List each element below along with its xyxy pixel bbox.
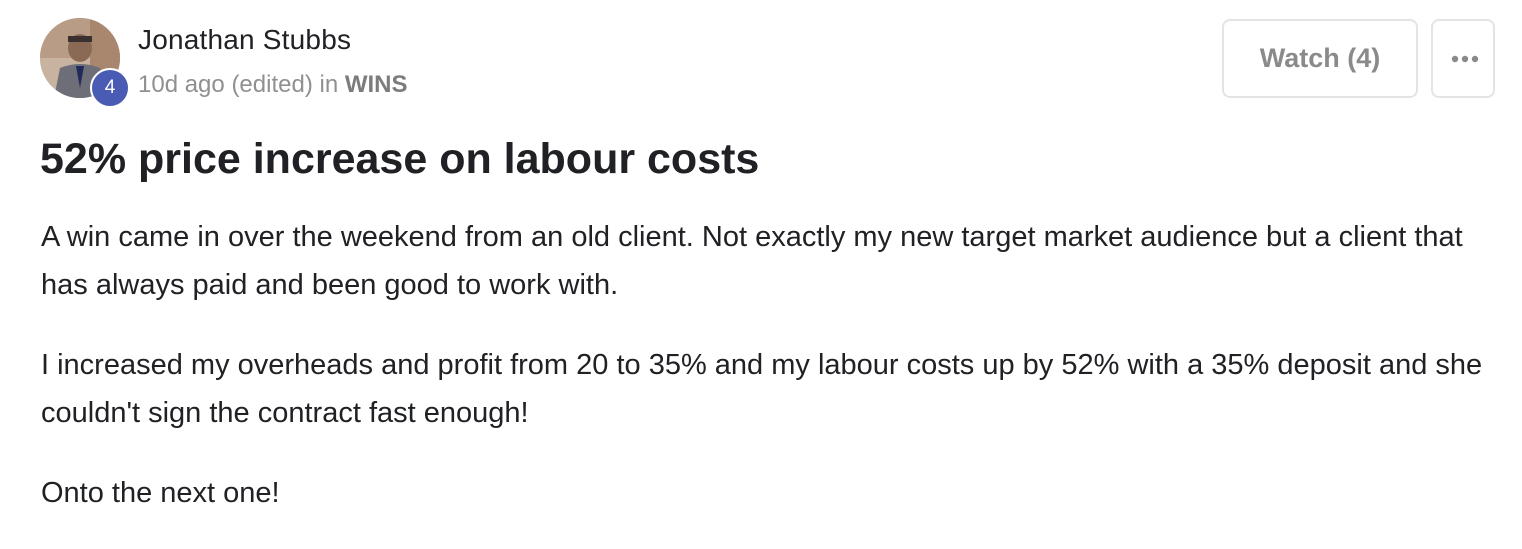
category-link[interactable]: WINS — [345, 71, 408, 98]
post-meta: 10d ago (edited) in WINS — [138, 71, 408, 99]
level-badge: 4 — [90, 68, 130, 108]
ellipsis-icon — [1451, 55, 1479, 63]
watch-button[interactable]: Watch (4) — [1222, 19, 1418, 98]
post-body: A win came in over the weekend from an o… — [41, 213, 1501, 549]
post-paragraph: I increased my overheads and profit from… — [41, 349, 1483, 429]
post-paragraph: A win came in over the weekend from an o… — [41, 221, 1463, 301]
author-avatar-container[interactable]: 4 — [40, 18, 130, 108]
more-options-button[interactable] — [1431, 19, 1495, 98]
in-label: in — [319, 71, 339, 98]
edited-label: (edited) — [231, 71, 313, 98]
post-time[interactable]: 10d ago — [138, 71, 225, 98]
author-name[interactable]: Jonathan Stubbs — [138, 24, 351, 56]
post-title: 52% price increase on labour costs — [40, 135, 760, 183]
post-paragraph: Onto the next one! — [41, 477, 280, 509]
post-card: 4 Jonathan Stubbs 10d ago (edited) in WI… — [0, 0, 1522, 527]
